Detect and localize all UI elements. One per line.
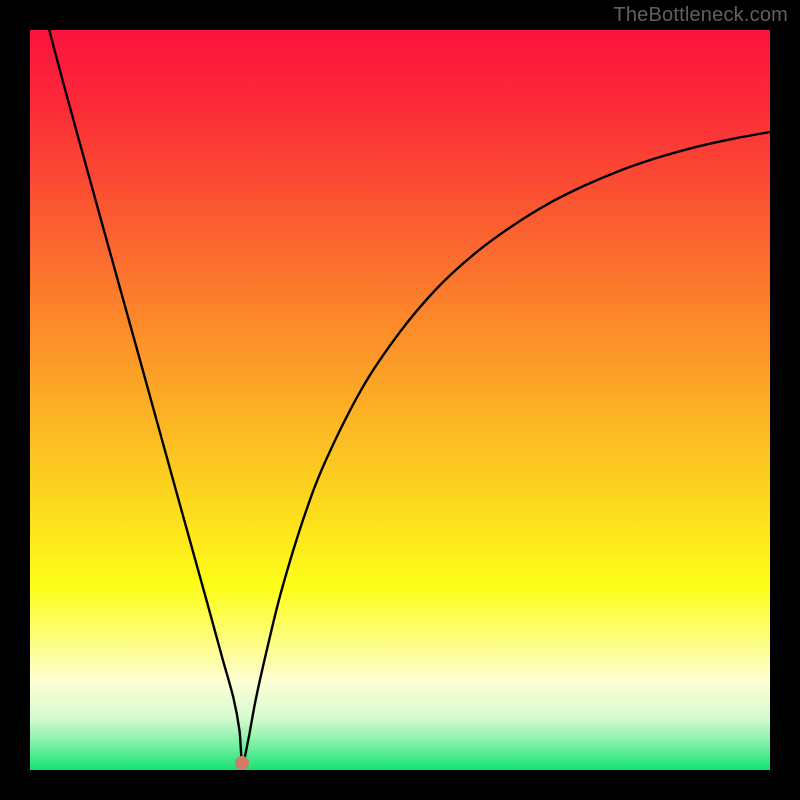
chart-stage: TheBottleneck.com	[0, 0, 800, 800]
bottleneck-curve	[30, 30, 770, 770]
watermark-text: TheBottleneck.com	[613, 4, 788, 27]
plot-area	[30, 30, 770, 770]
curve-minimum-dot	[235, 756, 249, 770]
